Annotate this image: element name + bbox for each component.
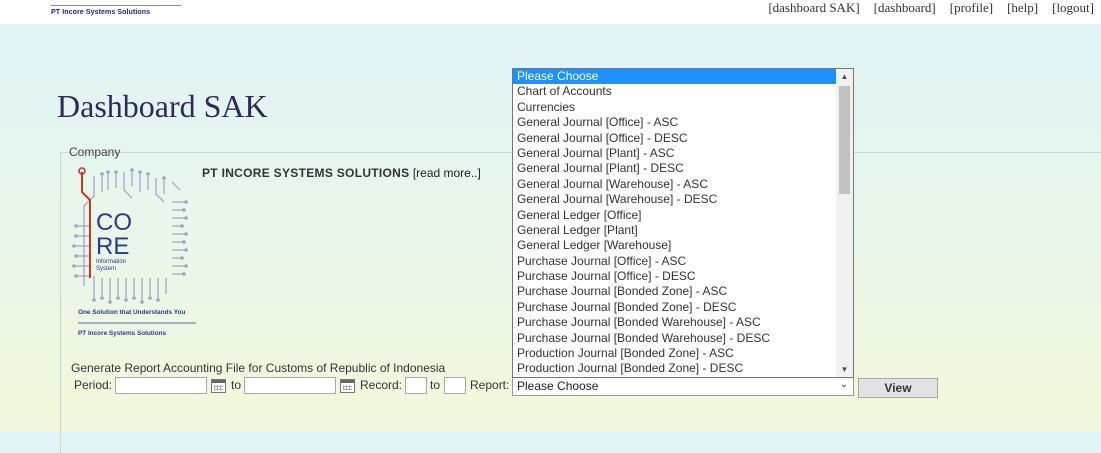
dropdown-option[interactable]: General Journal [Office] - ASC <box>513 115 836 130</box>
period-to-label: to <box>231 378 242 392</box>
logo-subtitle-2: System <box>96 266 116 272</box>
report-label: Report: <box>470 378 510 392</box>
dropdown-option[interactable]: Production Journal [Bonded Zone] - DESC <box>513 361 836 376</box>
report-select-value: Please Choose <box>517 379 599 393</box>
scroll-up-icon[interactable]: ▲ <box>836 69 853 84</box>
logo-core-bottom: RE <box>96 233 129 260</box>
top-nav: [dashboard SAK] [dashboard] [profile] [h… <box>768 0 1094 16</box>
nav-logout[interactable]: [logout] <box>1052 0 1094 16</box>
company-name: PT INCORE SYSTEMS SOLUTIONS <box>202 166 410 180</box>
record-to-label: to <box>430 378 441 392</box>
calendar-icon[interactable] <box>211 379 226 393</box>
page-title: Dashboard SAK <box>57 88 268 124</box>
brand-underline <box>51 5 181 6</box>
dropdown-scrollbar[interactable]: ▲ ▼ <box>836 69 853 377</box>
dropdown-option[interactable]: Please Choose <box>513 69 836 85</box>
nav-dashboard-sak[interactable]: [dashboard SAK] <box>768 0 859 16</box>
dropdown-option[interactable]: Chart of Accounts <box>513 84 836 99</box>
dropdown-option[interactable]: General Ledger [Office] <box>513 208 836 223</box>
dropdown-options: Please Choose Chart of Accounts Currenci… <box>513 69 836 377</box>
view-button[interactable]: View <box>858 378 938 398</box>
logo-tagline: One Solution that Understands You <box>78 309 185 316</box>
dropdown-option[interactable]: General Journal [Office] - DESC <box>513 131 836 146</box>
logo-company: PT Incore Systems Solutions <box>78 330 167 337</box>
dropdown-option[interactable]: General Journal [Warehouse] - DESC <box>513 192 836 207</box>
report-heading: Generate Report Accounting File for Cust… <box>71 361 446 375</box>
dropdown-option[interactable]: General Ledger [Plant] <box>513 223 836 238</box>
dropdown-option[interactable]: Purchase Journal [Office] - ASC <box>513 254 836 269</box>
dropdown-option[interactable]: Purchase Journal [Bonded Warehouse] - AS… <box>513 315 836 330</box>
brand-text: PT Incore Systems Solutions <box>51 9 151 16</box>
dropdown-option[interactable]: Purchase Journal [Bonded Zone] - ASC <box>513 284 836 299</box>
logo-subtitle-1: Information <box>96 259 126 265</box>
scroll-down-icon[interactable]: ▼ <box>836 362 853 377</box>
calendar-icon[interactable] <box>340 379 355 393</box>
dropdown-option[interactable]: General Journal [Plant] - ASC <box>513 146 836 161</box>
dropdown-option[interactable]: Purchase Journal [Office] - DESC <box>513 269 836 284</box>
dropdown-option[interactable]: Purchase Journal [Bonded Zone] - DESC <box>513 300 836 315</box>
nav-dashboard[interactable]: [dashboard] <box>874 0 936 16</box>
scrollbar-thumb[interactable] <box>839 86 850 194</box>
period-label: Period: <box>74 378 113 392</box>
dropdown-option[interactable]: Purchase Journal [Bonded Warehouse] - DE… <box>513 331 836 346</box>
chevron-down-icon: ⌄ <box>839 379 848 390</box>
period-to-input[interactable] <box>244 377 336 394</box>
dropdown-option[interactable]: General Ledger [Warehouse] <box>513 238 836 253</box>
period-from-input[interactable] <box>115 377 207 394</box>
dropdown-option[interactable]: General Journal [Plant] - DESC <box>513 161 836 176</box>
dropdown-option[interactable]: General Journal [Warehouse] - ASC <box>513 177 836 192</box>
nav-help[interactable]: [help] <box>1007 0 1038 16</box>
dropdown-option[interactable]: Currencies <box>513 100 836 115</box>
logo-core-top: CO <box>96 209 132 236</box>
report-dropdown-list[interactable]: Please Choose Chart of Accounts Currenci… <box>512 68 854 378</box>
record-from-input[interactable] <box>405 377 427 394</box>
report-select[interactable]: Please Choose ⌄ <box>512 377 854 396</box>
company-info: PT INCORE SYSTEMS SOLUTIONS [read more..… <box>202 166 481 180</box>
record-to-input[interactable] <box>444 377 466 394</box>
dropdown-option[interactable]: Production Journal [Bonded Zone] - ASC <box>513 346 836 361</box>
read-more-link[interactable]: [read more..] <box>413 166 481 180</box>
company-logo: CO RE Information System One Solution th… <box>72 167 196 337</box>
top-bar: PT Incore Systems Solutions [dashboard S… <box>0 0 1101 24</box>
record-label: Record: <box>360 378 403 392</box>
nav-profile[interactable]: [profile] <box>950 0 993 16</box>
company-legend: Company <box>69 145 121 159</box>
